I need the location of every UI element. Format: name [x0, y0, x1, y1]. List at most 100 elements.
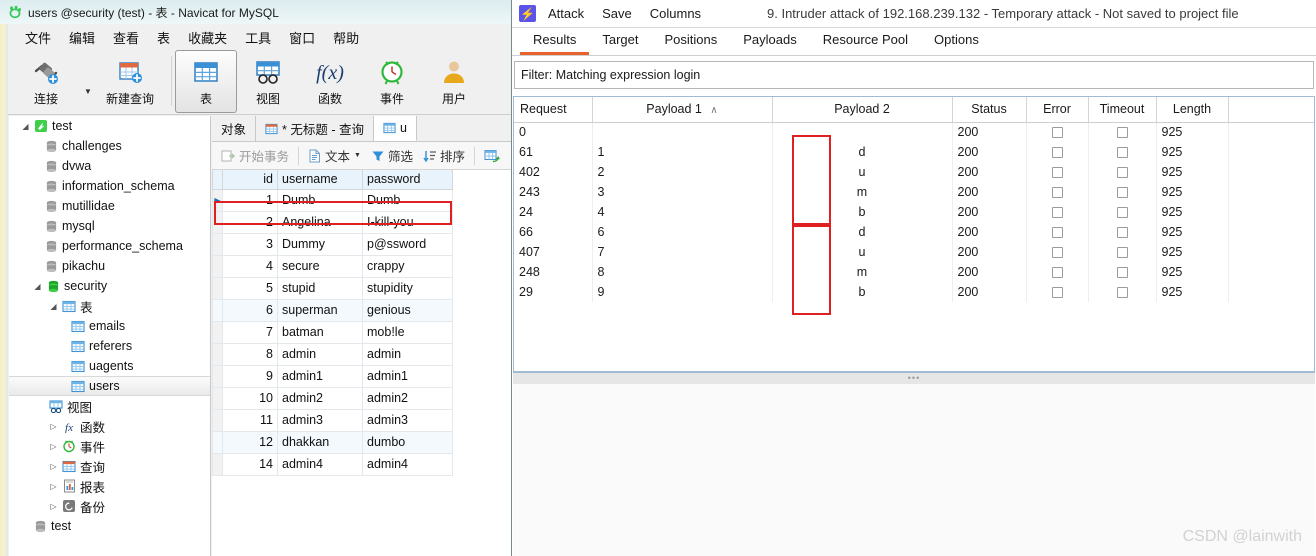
cell-status[interactable]: 200	[952, 142, 1027, 162]
table-row[interactable]: 8 admin admin	[212, 342, 453, 366]
tab-resource-pool[interactable]: Resource Pool	[810, 29, 921, 55]
sidebar-item-performance-schema[interactable]: performance_schema	[9, 236, 210, 256]
timeout-checkbox[interactable]	[1116, 187, 1128, 199]
table-row[interactable]: 3 Dummy p@ssword	[212, 232, 453, 256]
column-header-request[interactable]: Request	[514, 97, 593, 123]
menu-item-edit[interactable]: 编辑	[60, 26, 104, 49]
cell-status[interactable]: 200	[952, 162, 1027, 182]
cell-timeout[interactable]	[1088, 162, 1157, 182]
cell-username[interactable]: Dummy	[277, 232, 363, 256]
cell-password[interactable]: genious	[362, 298, 453, 322]
sidebar-item-mutillidae[interactable]: mutillidae	[9, 196, 210, 216]
cell-status[interactable]: 200	[952, 122, 1027, 142]
sidebar-item-dvwa[interactable]: dvwa	[9, 156, 210, 176]
results-row[interactable]: 29 9 b 200 925	[514, 282, 1314, 302]
sidebar-item-events-folder[interactable]: ▷ 事件	[9, 436, 210, 456]
cell-length[interactable]: 925	[1156, 282, 1229, 302]
twisty-open-icon[interactable]: ◢	[31, 282, 44, 291]
cell-username[interactable]: Angelina	[277, 210, 363, 234]
cell-payload1[interactable]: 8	[592, 262, 773, 282]
menu-item-attack[interactable]: Attack	[548, 6, 584, 21]
error-checkbox[interactable]	[1051, 227, 1063, 239]
cell-payload1[interactable]: 7	[592, 242, 773, 262]
table-row[interactable]: 5 stupid stupidity	[212, 276, 453, 300]
menu-item-help[interactable]: 帮助	[324, 26, 368, 49]
cell-error[interactable]	[1026, 122, 1089, 142]
tab-options[interactable]: Options	[921, 29, 992, 55]
error-checkbox[interactable]	[1051, 287, 1063, 299]
cell-payload2[interactable]: u	[772, 242, 953, 262]
cell-request[interactable]: 66	[514, 222, 593, 242]
cell-id[interactable]: 5	[222, 276, 278, 300]
menu-item-favorites[interactable]: 收藏夹	[179, 26, 236, 49]
error-checkbox[interactable]	[1051, 167, 1063, 179]
twisty-closed-icon[interactable]: ▷	[47, 442, 60, 451]
table-row[interactable]: 4 secure crappy	[212, 254, 453, 278]
cell-username[interactable]: admin3	[277, 408, 363, 432]
chevron-down-icon[interactable]: ▼	[84, 87, 92, 96]
cell-request[interactable]: 407	[514, 242, 593, 262]
error-checkbox[interactable]	[1051, 267, 1063, 279]
twisty-closed-icon[interactable]: ▷	[47, 482, 60, 491]
cell-timeout[interactable]	[1088, 182, 1157, 202]
cell-length[interactable]: 925	[1156, 242, 1229, 262]
toolbar-button-function[interactable]: f(x) 函数	[299, 50, 361, 113]
cell-password[interactable]: p@ssword	[362, 232, 453, 256]
twisty-closed-icon[interactable]: ▷	[47, 462, 60, 471]
sidebar-item-mysql[interactable]: mysql	[9, 216, 210, 236]
table-row[interactable]: 7 batman mob!le	[212, 320, 453, 344]
timeout-checkbox[interactable]	[1116, 267, 1128, 279]
cell-payload1[interactable]: 2	[592, 162, 773, 182]
results-row[interactable]: 407 7 u 200 925	[514, 242, 1314, 262]
column-header-payload1[interactable]: Payload 1 ∧	[592, 97, 773, 123]
filter-bar[interactable]: Filter: Matching expression login	[514, 61, 1314, 89]
toolbar-button-view[interactable]: 视图	[237, 50, 299, 113]
timeout-checkbox[interactable]	[1116, 207, 1128, 219]
cell-error[interactable]	[1026, 222, 1089, 242]
toolbar-button-new-query[interactable]: 新建查询	[92, 50, 168, 113]
menu-item-table[interactable]: 表	[148, 26, 179, 49]
column-header-status[interactable]: Status	[952, 97, 1027, 123]
cell-timeout[interactable]	[1088, 122, 1157, 142]
cell-length[interactable]: 925	[1156, 262, 1229, 282]
menu-item-window[interactable]: 窗口	[280, 26, 324, 49]
table-row[interactable]: ▶ 1 Dumb Dumb	[212, 188, 453, 212]
cell-payload2[interactable]: d	[772, 142, 953, 162]
timeout-checkbox[interactable]	[1116, 247, 1128, 259]
cell-status[interactable]: 200	[952, 242, 1027, 262]
tab-target[interactable]: Target	[589, 29, 651, 55]
sidebar-item-security[interactable]: ◢ security	[9, 276, 210, 296]
cell-length[interactable]: 925	[1156, 122, 1229, 142]
results-row[interactable]: 243 3 m 200 925	[514, 182, 1314, 202]
menu-item-save[interactable]: Save	[602, 6, 632, 21]
text-button[interactable]: 文本 ▼	[303, 143, 366, 169]
column-header-error[interactable]: Error	[1026, 97, 1089, 123]
results-row[interactable]: 248 8 m 200 925	[514, 262, 1314, 282]
begin-transaction-button[interactable]: 开始事务	[216, 143, 294, 169]
sidebar-item-backups-folder[interactable]: ▷ 备份	[9, 496, 210, 516]
cell-id[interactable]: 12	[222, 430, 278, 454]
error-checkbox[interactable]	[1051, 247, 1063, 259]
toolbar-button-user[interactable]: 用户	[423, 50, 485, 113]
tab-users-table[interactable]: u	[373, 116, 417, 141]
sort-button[interactable]: 排序	[418, 143, 470, 169]
cell-payload1[interactable]	[592, 122, 773, 142]
cell-length[interactable]: 925	[1156, 142, 1229, 162]
cell-payload2[interactable]: m	[772, 182, 953, 202]
cell-id[interactable]: 9	[222, 364, 278, 388]
cell-id[interactable]: 8	[222, 342, 278, 366]
timeout-checkbox[interactable]	[1116, 127, 1128, 139]
cell-payload2[interactable]: d	[772, 222, 953, 242]
twisty-open-icon[interactable]: ◢	[19, 122, 32, 131]
sidebar-item-functions-folder[interactable]: ▷ fx 函数	[9, 416, 210, 436]
column-header-payload2[interactable]: Payload 2	[772, 97, 953, 123]
table-row[interactable]: 9 admin1 admin1	[212, 364, 453, 388]
sidebar-item-views-folder[interactable]: 视图	[9, 396, 210, 416]
sidebar-item-referers[interactable]: referers	[9, 336, 210, 356]
sidebar-item-users[interactable]: users	[9, 376, 210, 396]
sidebar-item-emails[interactable]: emails	[9, 316, 210, 336]
twisty-open-icon[interactable]: ◢	[47, 302, 60, 311]
sidebar-item-pikachu[interactable]: pikachu	[9, 256, 210, 276]
cell-id[interactable]: 10	[222, 386, 278, 410]
menu-item-file[interactable]: 文件	[16, 26, 60, 49]
